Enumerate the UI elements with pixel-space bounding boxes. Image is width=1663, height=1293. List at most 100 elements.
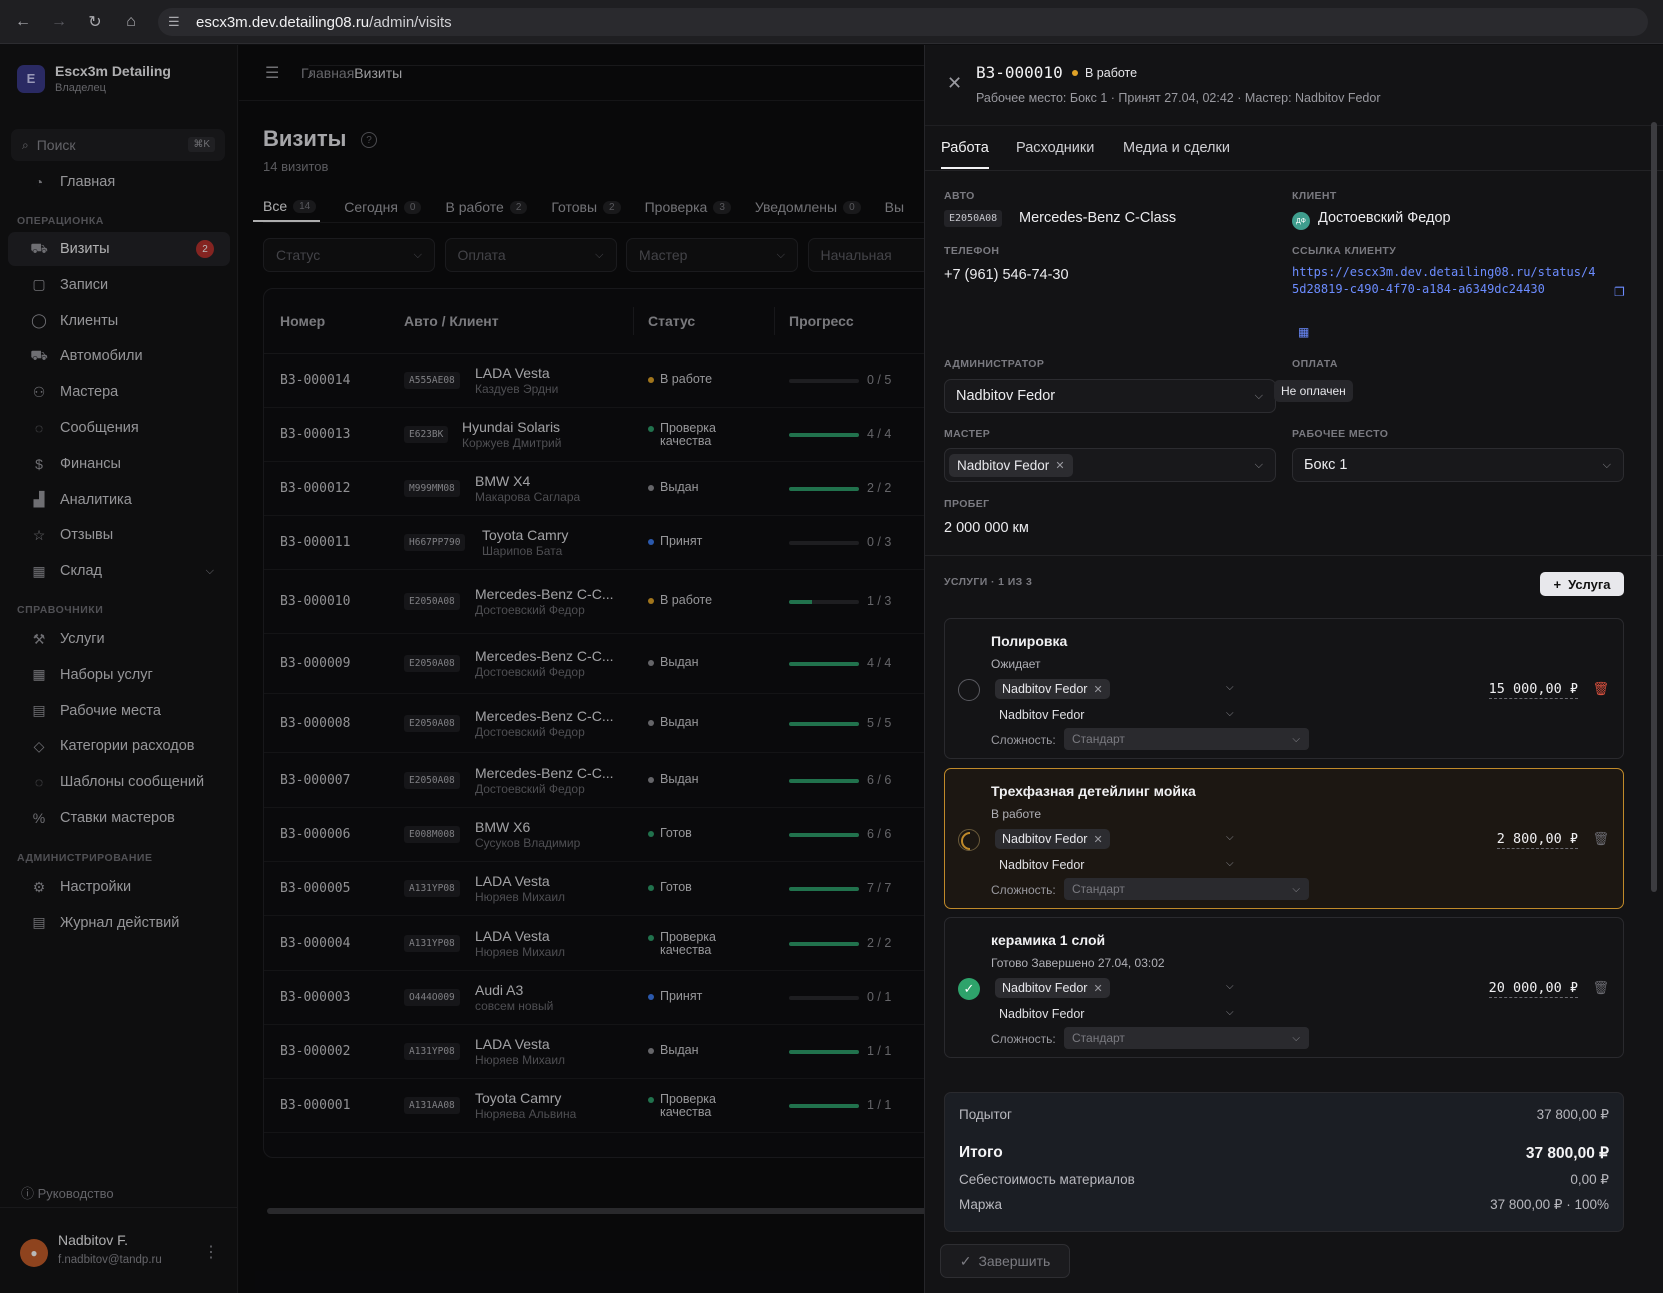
complexity-select[interactable]: Стандарт ⌵ [1064, 728, 1309, 750]
margin-label: Маржа [959, 1197, 1002, 1212]
phone-label: ТЕЛЕФОН [944, 245, 1000, 257]
material-cost-value: 0,00 ₽ [1570, 1172, 1609, 1187]
assistant-select[interactable]: Nadbitov Fedor [999, 708, 1084, 722]
add-service-label: Услуга [1568, 576, 1611, 592]
status-badge: В работе [1072, 66, 1137, 80]
master-multiselect[interactable]: Nadbitov Fedor ✕ [995, 828, 1227, 850]
admin-value: Nadbitov Fedor [956, 388, 1056, 404]
visit-meta: Рабочее место: Бокс 1 · Принят 27.04, 02… [976, 91, 1381, 105]
chevron-down-icon[interactable]: ⌵ [1226, 708, 1234, 719]
chevron-down-icon[interactable]: ⌵ [1226, 682, 1234, 693]
service-price[interactable]: 20 000,00 ₽ [1488, 980, 1578, 998]
chevron-down-icon: ⌵ [1292, 733, 1300, 745]
complexity-value: Стандарт [1072, 732, 1125, 746]
chevron-down-icon[interactable]: ⌵ [1226, 981, 1234, 992]
service-price[interactable]: 15 000,00 ₽ [1488, 681, 1578, 699]
chevron-down-icon[interactable]: ⌵ [1226, 1007, 1234, 1018]
service-title: керамика 1 слой [991, 932, 1106, 948]
admin-label: АДМИНИСТРАТОР [944, 358, 1045, 370]
status-dot [1072, 70, 1078, 76]
client-link-label: ССЫЛКА КЛИЕНТУ [1292, 245, 1397, 257]
remove-icon[interactable]: ✕ [1093, 982, 1102, 995]
master-chip: Nadbitov Fedor ✕ [995, 829, 1110, 849]
status-label: В работе [1085, 66, 1138, 80]
check-icon[interactable]: ✓ [958, 978, 980, 1000]
trash-icon[interactable]: 🗑 [1592, 832, 1609, 847]
chevron-down-icon: ⌵ [1254, 389, 1263, 402]
qr-code-icon[interactable]: ▦ [1298, 325, 1309, 339]
master-multiselect[interactable]: Nadbitov Fedor ✕ [995, 977, 1227, 999]
remove-icon[interactable]: ✕ [1093, 683, 1102, 696]
assistant-select[interactable]: Nadbitov Fedor [999, 858, 1084, 872]
subtotal-label: Подытог [959, 1107, 1012, 1122]
assistant-select[interactable]: Nadbitov Fedor [999, 1007, 1084, 1021]
workplace-label: РАБОЧЕЕ МЕСТО [1292, 428, 1389, 440]
copy-icon[interactable]: ❐ [1614, 285, 1625, 299]
master-chip-label: Nadbitov Fedor [1002, 682, 1088, 696]
auto-label: АВТО [944, 190, 975, 202]
complexity-value: Стандарт [1072, 1031, 1125, 1045]
close-icon[interactable]: ✕ [947, 73, 962, 94]
chevron-down-icon[interactable]: ⌵ [1226, 858, 1234, 869]
chevron-down-icon[interactable]: ⌵ [1226, 832, 1234, 843]
visit-number: B3-000010 [976, 63, 1063, 82]
master-chip: Nadbitov Fedor ✕ [995, 978, 1110, 998]
backdrop-overlay[interactable] [0, 45, 924, 1293]
car-model[interactable]: Mercedes-Benz C-Class [1019, 210, 1176, 226]
client-name[interactable]: Достоевский Федор [1318, 210, 1451, 226]
vertical-scrollbar[interactable] [1651, 122, 1657, 892]
site-settings-icon[interactable]: ☰ [168, 14, 186, 30]
service-title: Трехфазная детейлинг мойка [991, 783, 1196, 799]
finish-button[interactable]: ✓ Завершить [940, 1244, 1070, 1278]
visit-drawer: ✕ B3-000010 В работе Рабочее место: Бокс… [924, 45, 1663, 1293]
mileage-value: 2 000 000 км [944, 520, 1029, 536]
add-service-button[interactable]: + Услуга [1540, 572, 1624, 596]
reload-icon[interactable]: ↻ [82, 9, 108, 35]
home-icon[interactable]: ⌂ [118, 9, 144, 35]
master-select[interactable]: Nadbitov Fedor ✕ ⌵ [944, 448, 1276, 482]
chevron-down-icon: ⌵ [1602, 458, 1611, 471]
service-card: Полировка Ожидает Nadbitov Fedor ✕ ⌵ Nadbitov… [944, 618, 1624, 759]
complexity-label: Сложность: [991, 733, 1056, 747]
complexity-select[interactable]: Стандарт ⌵ [1064, 1027, 1309, 1049]
remove-icon[interactable]: ✕ [1093, 833, 1102, 846]
totals-panel: Подытог 37 800,00 ₽ Итого 37 800,00 ₽ Се… [944, 1092, 1624, 1232]
total-label: Итого [959, 1144, 1003, 1161]
service-status: В работе [991, 807, 1042, 821]
trash-icon[interactable]: 🗑 [1592, 981, 1609, 996]
tab-media-deals[interactable]: Медиа и сделки [1123, 140, 1230, 156]
remove-icon[interactable]: ✕ [1055, 459, 1064, 472]
chevron-down-icon: ⌵ [1292, 883, 1300, 895]
complexity-select[interactable]: Стандарт ⌵ [1064, 878, 1309, 900]
master-chip-label: Nadbitov Fedor [1002, 832, 1088, 846]
chevron-down-icon: ⌵ [1292, 1032, 1300, 1044]
total-value: 37 800,00 ₽ [1525, 1145, 1609, 1162]
phone-value[interactable]: +7 (961) 546-74-30 [944, 267, 1069, 283]
complexity-value: Стандарт [1072, 882, 1125, 896]
services-header: УСЛУГИ · 1 ИЗ 3 [944, 576, 1033, 588]
finish-label: Завершить [978, 1253, 1051, 1269]
client-link[interactable]: https://escx3m.dev.detailing08.ru/status… [1292, 264, 1602, 298]
tab-work[interactable]: Работа [941, 140, 989, 169]
mileage-label: ПРОБЕГ [944, 498, 990, 510]
tab-consumables[interactable]: Расходники [1016, 140, 1094, 156]
back-icon[interactable]: ← [10, 9, 36, 35]
forward-icon[interactable]: → [46, 9, 72, 35]
master-chip: Nadbitov Fedor ✕ [949, 453, 1073, 477]
margin-value: 37 800,00 ₽ · 100% [1490, 1197, 1609, 1212]
trash-icon[interactable]: 🗑 [1592, 682, 1609, 697]
master-chip: Nadbitov Fedor ✕ [995, 679, 1110, 699]
address-bar[interactable]: ☰ escx3m.dev.detailing08.ru/admin/visits [158, 8, 1648, 36]
status-toggle[interactable] [958, 679, 980, 701]
payment-label: ОПЛАТА [1292, 358, 1338, 370]
admin-select[interactable]: Nadbitov Fedor ⌵ [944, 379, 1276, 413]
status-toggle[interactable] [958, 829, 980, 851]
workplace-select[interactable]: Бокс 1 ⌵ [1292, 448, 1624, 482]
master-multiselect[interactable]: Nadbitov Fedor ✕ [995, 678, 1227, 700]
url-host: escx3m.dev.detailing08.ru [196, 13, 370, 31]
client-label: КЛИЕНТ [1292, 190, 1337, 202]
service-card: Трехфазная детейлинг мойка В работе Nadbit… [944, 768, 1624, 909]
browser-toolbar: ← → ↻ ⌂ ☰ escx3m.dev.detailing08.ru/admi… [0, 0, 1663, 44]
master-chip-label: Nadbitov Fedor [957, 457, 1050, 473]
service-price[interactable]: 2 800,00 ₽ [1496, 831, 1578, 849]
